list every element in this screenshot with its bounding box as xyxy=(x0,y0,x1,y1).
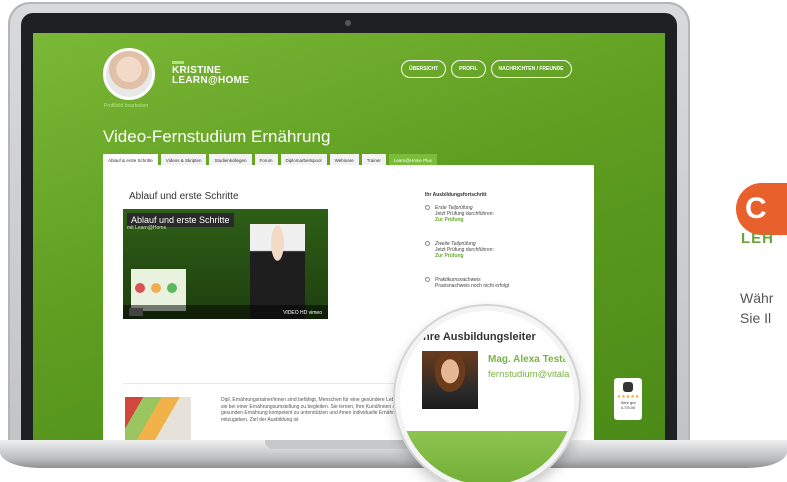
exam-link[interactable]: Zur Prüfung xyxy=(425,253,494,259)
brand-accent xyxy=(172,61,184,64)
top-nav: ÜBERSICHT PROFIL NACHRICHTEN / FREUNDE xyxy=(401,60,572,78)
nav-uebersicht-button[interactable]: ÜBERSICHT xyxy=(401,60,447,78)
status-circle-icon xyxy=(425,241,430,246)
progress-heading: Ihr Ausbildungsfortschritt xyxy=(425,192,487,198)
rating-score: 4.7/5.00 xyxy=(620,405,636,410)
step-text: Praxisnachweis noch nicht erfolgt xyxy=(435,283,510,289)
video-player[interactable]: Ablauf und erste Schritte mit Learn@Home… xyxy=(123,209,328,319)
food-image xyxy=(125,397,191,441)
trainer-photo xyxy=(422,351,478,409)
side-heading: LEH xyxy=(741,230,774,247)
side-text-line: Sie Il xyxy=(740,310,772,326)
video-subtitle: mit Learn@Home xyxy=(127,225,167,231)
section-heading: Ablauf und erste Schritte xyxy=(129,191,239,202)
slide-icon xyxy=(151,283,161,293)
video-brand: VIDEO HD vimeo xyxy=(283,310,322,316)
play-button[interactable] xyxy=(129,308,143,316)
magnifier-lens: Ihre Ausbildungsleiter Mag. Alexa Testa … xyxy=(395,306,579,482)
camera-icon xyxy=(345,20,351,26)
slide-icon xyxy=(167,283,177,293)
slide-icon xyxy=(135,283,145,293)
progress-step: Zweite Teilprüfung Jetzt Prüfung durchfü… xyxy=(425,241,494,259)
nav-nachrichten-button[interactable]: NACHRICHTEN / FREUNDE xyxy=(490,60,572,78)
trainer-heading: Ihre Ausbildungsleiter xyxy=(420,331,536,343)
video-controls: VIDEO HD vimeo xyxy=(123,305,328,319)
trusted-shops-badge[interactable]: ★★★★★ Sehr gut 4.7/5.00 xyxy=(614,378,642,420)
page-title: Video-Fernstudium Ernährung xyxy=(103,127,331,146)
brand-logo: KRISTINE LEARN@HOME xyxy=(172,61,249,86)
trainer-email-link[interactable]: fernstudium@vitala xyxy=(488,369,569,380)
promo-stage: Profilbild bearbeiten KRISTINE LEARN@HOM… xyxy=(0,0,787,482)
status-circle-icon xyxy=(425,277,430,282)
trainer-name: Mag. Alexa Testa xyxy=(488,354,569,365)
profile-edit-link[interactable]: Profilbild bearbeiten xyxy=(104,103,148,109)
exam-link[interactable]: Zur Prüfung xyxy=(425,217,494,223)
status-circle-icon xyxy=(425,205,430,210)
shield-icon xyxy=(623,382,633,392)
magnified-background xyxy=(400,431,574,482)
nav-profil-button[interactable]: PROFIL xyxy=(451,60,486,78)
progress-step: Praktikumsnachweis Praxisnachweis noch n… xyxy=(425,277,509,289)
brand-badge-icon: C xyxy=(736,183,787,235)
avatar[interactable] xyxy=(103,48,155,100)
progress-step: Erste Teilprüfung Jetzt Prüfung durchfüh… xyxy=(425,205,494,223)
side-text-line: Währ xyxy=(740,290,774,306)
brand-line2: LEARN@HOME xyxy=(172,75,250,86)
